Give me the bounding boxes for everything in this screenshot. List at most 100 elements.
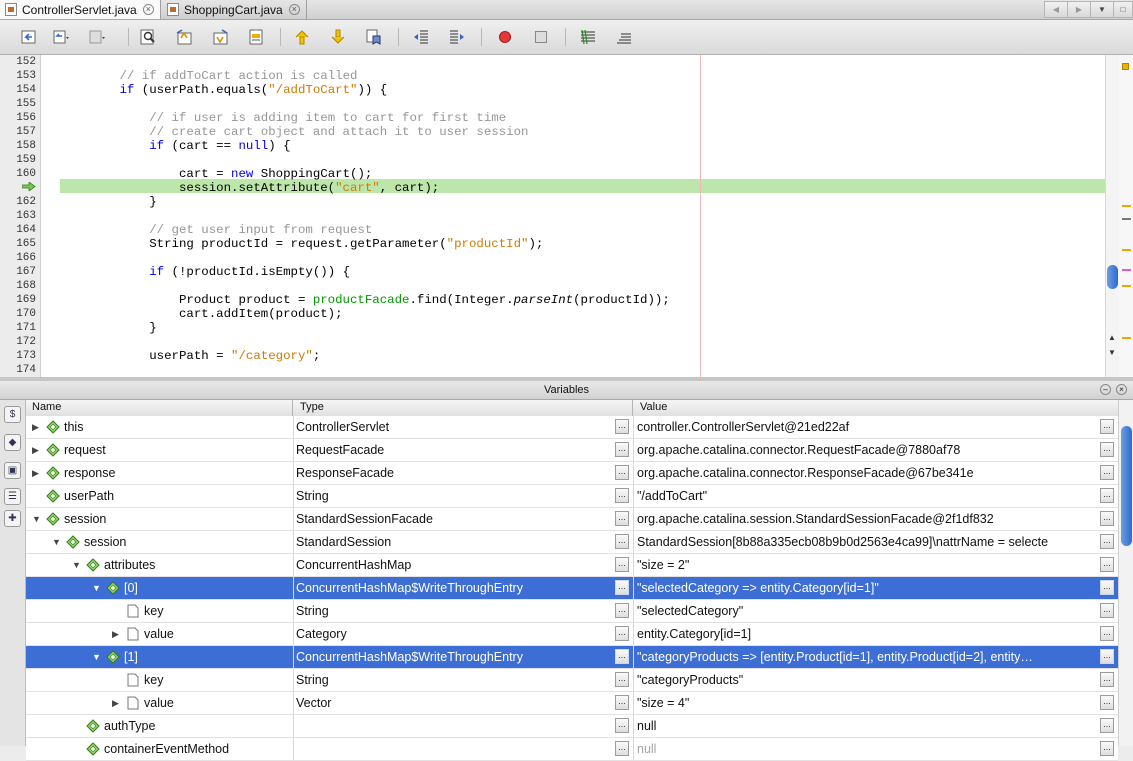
variable-name-cell[interactable]: ▼ [0] <box>26 577 292 599</box>
value-edit-button[interactable]: ... <box>1100 419 1114 434</box>
variable-value-cell[interactable]: org.apache.catalina.session.StandardSess… <box>633 508 1103 530</box>
variable-name-cell[interactable]: key <box>26 600 292 622</box>
previous-bookmark-icon[interactable] <box>293 28 311 46</box>
variable-type-cell[interactable]: RequestFacade <box>293 439 618 461</box>
type-customize-button[interactable]: ... <box>615 557 629 572</box>
annotation-mark[interactable] <box>1122 285 1131 287</box>
variable-value-cell[interactable]: null <box>633 738 1103 760</box>
value-edit-button[interactable]: ... <box>1100 626 1114 641</box>
line-number[interactable]: 158 <box>0 139 36 153</box>
variables-scroll-thumb[interactable] <box>1121 426 1132 546</box>
expand-arrow-icon[interactable]: ▶ <box>32 416 42 438</box>
value-edit-button[interactable]: ... <box>1100 534 1114 549</box>
variable-type-cell[interactable]: ConcurrentHashMap$WriteThroughEntry <box>293 646 618 668</box>
line-number[interactable]: 166 <box>0 251 36 265</box>
variable-name-cell[interactable]: ▶ request <box>26 439 292 461</box>
tab-shoppingcart[interactable]: ShoppingCart.java × <box>162 0 307 19</box>
variable-name-cell[interactable]: ▶ value <box>26 692 292 714</box>
table-row[interactable]: containerEventMethod... null... <box>26 738 1118 761</box>
variable-type-cell[interactable]: String <box>293 669 618 691</box>
table-row[interactable]: ▶ response ResponseFacade... org.apache.cat… <box>26 462 1118 485</box>
line-number[interactable]: 152 <box>0 55 36 69</box>
code-line[interactable]: Product product = productFacade.find(Int… <box>60 293 670 307</box>
type-customize-button[interactable]: ... <box>615 603 629 618</box>
annotation-mark[interactable] <box>1122 269 1131 271</box>
find-previous-icon[interactable] <box>175 28 193 46</box>
variable-name-cell[interactable]: ▶ value <box>26 623 292 645</box>
line-number[interactable]: 154 <box>0 83 36 97</box>
variable-name-cell[interactable]: ▼ attributes <box>26 554 292 576</box>
line-number[interactable]: 164 <box>0 223 36 237</box>
table-row[interactable]: ▼ session StandardSessionFacade... org.apac… <box>26 508 1118 531</box>
variable-value-cell[interactable]: org.apache.catalina.connector.ResponseFa… <box>633 462 1103 484</box>
line-number[interactable]: 169 <box>0 293 36 307</box>
line-number[interactable]: 156 <box>0 111 36 125</box>
value-edit-button[interactable]: ... <box>1100 580 1114 595</box>
value-edit-button[interactable]: ... <box>1100 695 1114 710</box>
stop-macro-icon[interactable] <box>532 28 550 46</box>
variable-name-cell[interactable]: authType <box>26 715 292 737</box>
collapse-arrow-icon[interactable]: ▼ <box>32 508 42 530</box>
type-customize-button[interactable]: ... <box>615 511 629 526</box>
value-edit-button[interactable]: ... <box>1100 557 1114 572</box>
annotation-mark[interactable] <box>1122 337 1131 339</box>
code-line[interactable]: // create cart object and attach it to u… <box>60 125 528 139</box>
sessions-icon[interactable]: ▣ <box>4 462 21 479</box>
table-row[interactable]: ▼ [0] ConcurrentHashMap$WriteThroughEntry.… <box>26 577 1118 600</box>
collapse-arrow-icon[interactable]: ▼ <box>72 554 82 576</box>
column-type[interactable]: Type <box>300 401 324 413</box>
value-edit-button[interactable]: ... <box>1100 465 1114 480</box>
code-line[interactable]: String productId = request.getParameter(… <box>60 237 543 251</box>
annotation-mark[interactable] <box>1122 218 1131 220</box>
line-number[interactable]: 174 <box>0 363 36 377</box>
code-line[interactable]: cart = new ShoppingCart(); <box>60 167 372 181</box>
code-line[interactable]: // if addToCart action is called <box>60 69 358 83</box>
scroll-tabs-right-icon[interactable]: ▶ <box>1067 1 1091 18</box>
variable-value-cell[interactable]: controller.ControllerServlet@21ed22af <box>633 416 1103 438</box>
comment-icon[interactable] <box>579 28 597 46</box>
table-row[interactable]: authType... null... <box>26 715 1118 738</box>
expand-arrow-icon[interactable]: ▶ <box>112 623 122 645</box>
collapse-arrow-icon[interactable]: ▼ <box>92 646 102 668</box>
value-edit-button[interactable]: ... <box>1100 603 1114 618</box>
type-customize-button[interactable]: ... <box>615 488 629 503</box>
code-editor[interactable]: 152 153 154 155 156 157 158 159 160 162 163 164 165 1… <box>0 55 1133 377</box>
table-row[interactable]: ▶ this ControllerServlet... controller.Cont… <box>26 416 1118 439</box>
value-edit-button[interactable]: ... <box>1100 488 1114 503</box>
table-row[interactable]: ▶ value Category... entity.Category[id=1]..… <box>26 623 1118 646</box>
value-edit-button[interactable]: ... <box>1100 511 1114 526</box>
variable-value-cell[interactable]: "size = 2" <box>633 554 1103 576</box>
table-row[interactable]: key String... "selectedCategory"... <box>26 600 1118 623</box>
code-line[interactable]: cart.addItem(product); <box>60 307 343 321</box>
variable-name-cell[interactable]: ▶ response <box>26 462 292 484</box>
annotation-mark[interactable] <box>1122 205 1131 207</box>
code-line[interactable]: } <box>60 195 156 209</box>
toggle-highlight-icon[interactable] <box>247 28 265 46</box>
table-row[interactable]: ▼ attributes ConcurrentHashMap... "size = 2… <box>26 554 1118 577</box>
table-row[interactable]: userPath String... "/addToCart"... <box>26 485 1118 508</box>
variable-name-cell[interactable]: userPath <box>26 485 292 507</box>
minimize-icon[interactable]: – <box>1100 384 1111 395</box>
variable-type-cell[interactable]: StandardSessionFacade <box>293 508 618 530</box>
variable-type-cell[interactable]: StandardSession <box>293 531 618 553</box>
history-forward-icon[interactable] <box>88 28 106 46</box>
tab-controllerservlet[interactable]: ControllerServlet.java × <box>0 0 161 19</box>
type-customize-button[interactable]: ... <box>615 534 629 549</box>
variable-type-cell[interactable]: ResponseFacade <box>293 462 618 484</box>
variable-type-cell[interactable] <box>293 715 618 737</box>
editor-vertical-scrollbar[interactable]: ▲ ▼ <box>1105 55 1119 377</box>
annotation-mark[interactable] <box>1122 249 1131 251</box>
code-line[interactable]: userPath = "/category"; <box>60 349 320 363</box>
line-number[interactable]: 172 <box>0 335 36 349</box>
variable-type-cell[interactable]: ControllerServlet <box>293 416 618 438</box>
line-number[interactable]: 165 <box>0 237 36 251</box>
back-icon[interactable] <box>20 28 38 46</box>
variable-name-cell[interactable]: ▶ this <box>26 416 292 438</box>
variable-value-cell[interactable]: StandardSession[8b88a335ecb08b9b0d2563e4… <box>633 531 1103 553</box>
line-number[interactable]: 163 <box>0 209 36 223</box>
line-number-gutter[interactable]: 152 153 154 155 156 157 158 159 160 162 163 164 165 1… <box>0 55 41 377</box>
shift-left-icon[interactable] <box>412 28 430 46</box>
line-number[interactable]: 157 <box>0 125 36 139</box>
show-opened-documents-icon[interactable]: ▼ <box>1090 1 1114 18</box>
code-line[interactable]: if (cart == null) { <box>60 139 290 153</box>
